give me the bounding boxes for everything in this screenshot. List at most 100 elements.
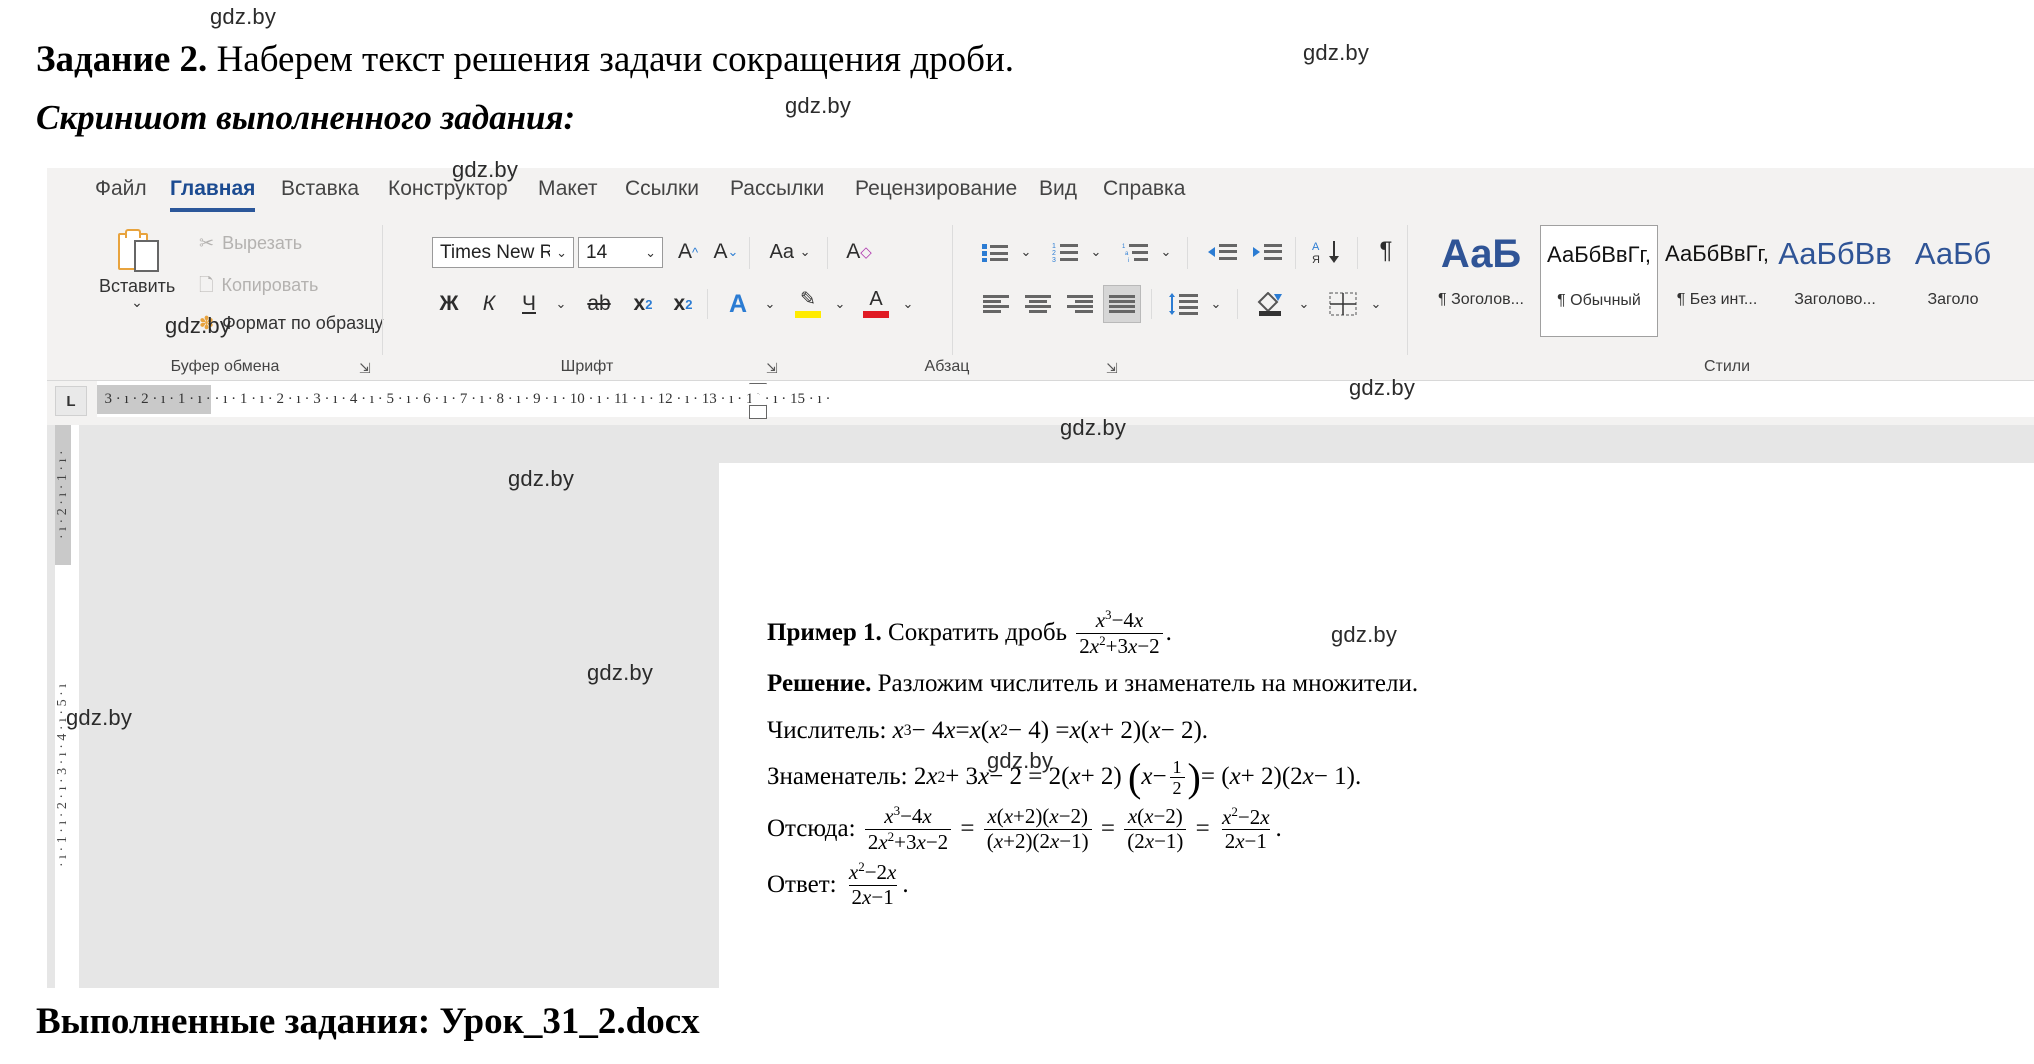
subscript-button[interactable]: x2 — [625, 287, 661, 321]
chevron-down-icon[interactable]: ⌄ — [639, 245, 662, 261]
numbering-button[interactable]: 123 — [1047, 235, 1083, 269]
strikethrough-button[interactable]: ab — [579, 287, 619, 321]
multilevel-list-button[interactable]: 1ai — [1117, 235, 1153, 269]
multilevel-dropdown[interactable]: ⌄ — [1155, 235, 1177, 269]
change-case-label: Aa — [769, 240, 794, 263]
divider — [1295, 237, 1296, 269]
shading-dropdown[interactable]: ⌄ — [1293, 287, 1315, 321]
line-spacing-dropdown[interactable]: ⌄ — [1205, 287, 1227, 321]
text-effects-dropdown[interactable]: ⌄ — [759, 287, 781, 321]
pilcrow-icon: ¶ — [1379, 237, 1393, 264]
underline-dropdown[interactable]: ⌄ — [549, 287, 573, 321]
font-name-combo[interactable]: Times New Rom ⌄ — [432, 237, 574, 268]
shrink-font-button[interactable]: A ⌄ — [710, 235, 742, 269]
watermark-9: gdz.by — [587, 660, 654, 685]
align-right-button[interactable] — [1061, 287, 1099, 321]
horizontal-ruler[interactable]: 3 · ı · 2 · ı · 1 · ı · · ı · 1 · ı · 2 … — [97, 381, 2034, 417]
line-hence: Отсюда: x3−4x 2x2+3x−2 = x(x+2)(x−2) (x+2)… — [767, 803, 1282, 854]
ribbon-tab-7[interactable]: Рецензирование — [849, 175, 1023, 203]
highlight-color-button[interactable]: ✎ — [789, 283, 827, 323]
decrease-indent-button[interactable] — [1202, 235, 1242, 269]
divider — [1187, 237, 1188, 269]
ruler-left-margin: 3 · ı · 2 · ı · 1 · ı · — [97, 384, 211, 414]
watermark-10: gdz.by — [66, 705, 133, 730]
left-indent-marker[interactable] — [749, 405, 767, 419]
align-justify-button[interactable] — [1103, 285, 1141, 323]
svg-text:3: 3 — [1052, 257, 1056, 262]
ruler-row: L 3 · ı · 2 · ı · 1 · ı · · ı · 1 · ı · … — [47, 381, 2034, 425]
cut-button[interactable]: ✂ Вырезать — [199, 233, 302, 254]
watermark-1: gdz.by — [1303, 40, 1370, 65]
bold-button[interactable]: Ж — [432, 287, 466, 321]
borders-dropdown[interactable]: ⌄ — [1365, 287, 1387, 321]
group-label-clipboard: Буфер обмена — [170, 358, 280, 375]
style-preview: АаБбВв — [1778, 236, 1892, 271]
task-number: Задание 2. — [36, 39, 208, 80]
align-left-button[interactable] — [977, 287, 1015, 321]
clear-formatting-label: A — [846, 240, 861, 263]
tab-stop-selector-button[interactable]: L — [55, 386, 87, 416]
paragraph-dialog-launcher[interactable]: ⇲ — [1106, 360, 1122, 376]
vertical-ruler-field: · ı · 1 · ı · 2 · ı · 3 · ı · 4 · ı · 5 … — [55, 683, 70, 867]
font-color-dropdown[interactable]: ⌄ — [897, 287, 919, 321]
style-item-2[interactable]: АаБбВвГг, ¶ Без инт... — [1658, 225, 1776, 337]
underline-button[interactable]: Ч — [512, 287, 546, 321]
font-size-value: 14 — [586, 241, 608, 263]
paste-button[interactable]: Вставить ⌄ — [99, 229, 175, 309]
ribbon-tab-0[interactable]: Файл — [89, 175, 153, 203]
clipboard-dialog-launcher[interactable]: ⇲ — [359, 360, 375, 376]
superscript-button[interactable]: x2 — [665, 287, 701, 321]
svg-text:a: a — [1125, 251, 1129, 257]
chevron-down-icon[interactable]: ⌄ — [550, 245, 573, 261]
borders-button[interactable] — [1323, 285, 1363, 323]
style-item-1[interactable]: АаБбВвГг, ¶ Обычный — [1540, 225, 1658, 337]
watermark-6: gdz.by — [1060, 415, 1127, 440]
numbering-dropdown[interactable]: ⌄ — [1085, 235, 1107, 269]
page-title: Задание 2. Наберем текст решения задачи … — [36, 38, 1014, 81]
show-formatting-marks-button[interactable]: ¶ — [1369, 233, 1403, 269]
numbered-list-icon: 123 — [1052, 243, 1078, 262]
underline-label: Ч — [522, 292, 536, 315]
style-name: Заголово... — [1794, 291, 1876, 308]
shading-button[interactable] — [1251, 285, 1291, 323]
style-name: ¶ Зоголов... — [1438, 291, 1524, 308]
line-spacing-icon — [1169, 293, 1198, 315]
italic-button[interactable]: К — [472, 287, 506, 321]
ribbon-tab-9[interactable]: Справка — [1097, 175, 1191, 203]
style-item-4[interactable]: АаБб Заголо — [1894, 225, 2012, 337]
ribbon-tab-8[interactable]: Вид — [1033, 175, 1083, 203]
font-dialog-launcher[interactable]: ⇲ — [766, 360, 782, 376]
chevron-down-icon[interactable]: ⌄ — [99, 295, 175, 309]
ribbon-tab-4[interactable]: Макет — [532, 175, 603, 203]
highlight-dropdown[interactable]: ⌄ — [829, 287, 851, 321]
bullets-button[interactable] — [977, 235, 1013, 269]
styles-gallery[interactable]: АаБ ¶ Зоголов... АаБбВвГг, ¶ Обычный АаБбВвГ… — [1422, 225, 2012, 341]
sort-button[interactable]: AЯ — [1307, 233, 1349, 271]
style-item-0[interactable]: АаБ ¶ Зоголов... — [1422, 225, 1540, 337]
align-center-button[interactable] — [1019, 287, 1057, 321]
line-denominator: Знаменатель: 2x2 + 3x − 2 = 2(x + 2) (x … — [767, 754, 1362, 800]
text-effects-button[interactable]: A — [719, 285, 757, 323]
grow-font-label: A — [677, 240, 692, 263]
ribbon-tab-2[interactable]: Вставка — [275, 175, 365, 203]
increase-indent-button[interactable] — [1247, 235, 1287, 269]
format-painter-label: Формат по образцу — [222, 313, 384, 333]
tab-stop-icon: L — [66, 392, 76, 410]
ruler-text-field: · ı · 1 · ı · 2 · ı · 3 · ı · 4 · ı · 5 … — [210, 384, 831, 414]
clear-formatting-button[interactable]: A ◇ — [839, 235, 879, 269]
line-spacing-button[interactable] — [1163, 285, 1203, 323]
ribbon-tab-5[interactable]: Ссылки — [619, 175, 705, 203]
change-case-button[interactable]: Aa ⌄ — [761, 235, 819, 269]
fraction-step4: x2−2x 2x−1 — [1221, 803, 1270, 854]
ribbon-tab-1[interactable]: Главная — [164, 175, 261, 212]
document-text[interactable]: Пример 1. Сократить дробь x3−4x 2x2+3x−2.… — [767, 607, 2014, 915]
solution-label: Решение. — [767, 670, 872, 698]
font-size-combo[interactable]: 14 ⌄ — [578, 237, 663, 268]
style-item-3[interactable]: АаБбВв Заголово... — [1776, 225, 1894, 337]
ribbon-tab-6[interactable]: Рассылки — [724, 175, 830, 203]
bullets-dropdown[interactable]: ⌄ — [1015, 235, 1037, 269]
grow-font-button[interactable]: A ^ — [672, 235, 704, 269]
document-page[interactable]: Пример 1. Сократить дробь x3−4x 2x2+3x−2.… — [719, 463, 2034, 988]
font-color-button[interactable]: A — [857, 283, 895, 323]
copy-button[interactable]: 🗋 Копировать — [199, 273, 318, 303]
